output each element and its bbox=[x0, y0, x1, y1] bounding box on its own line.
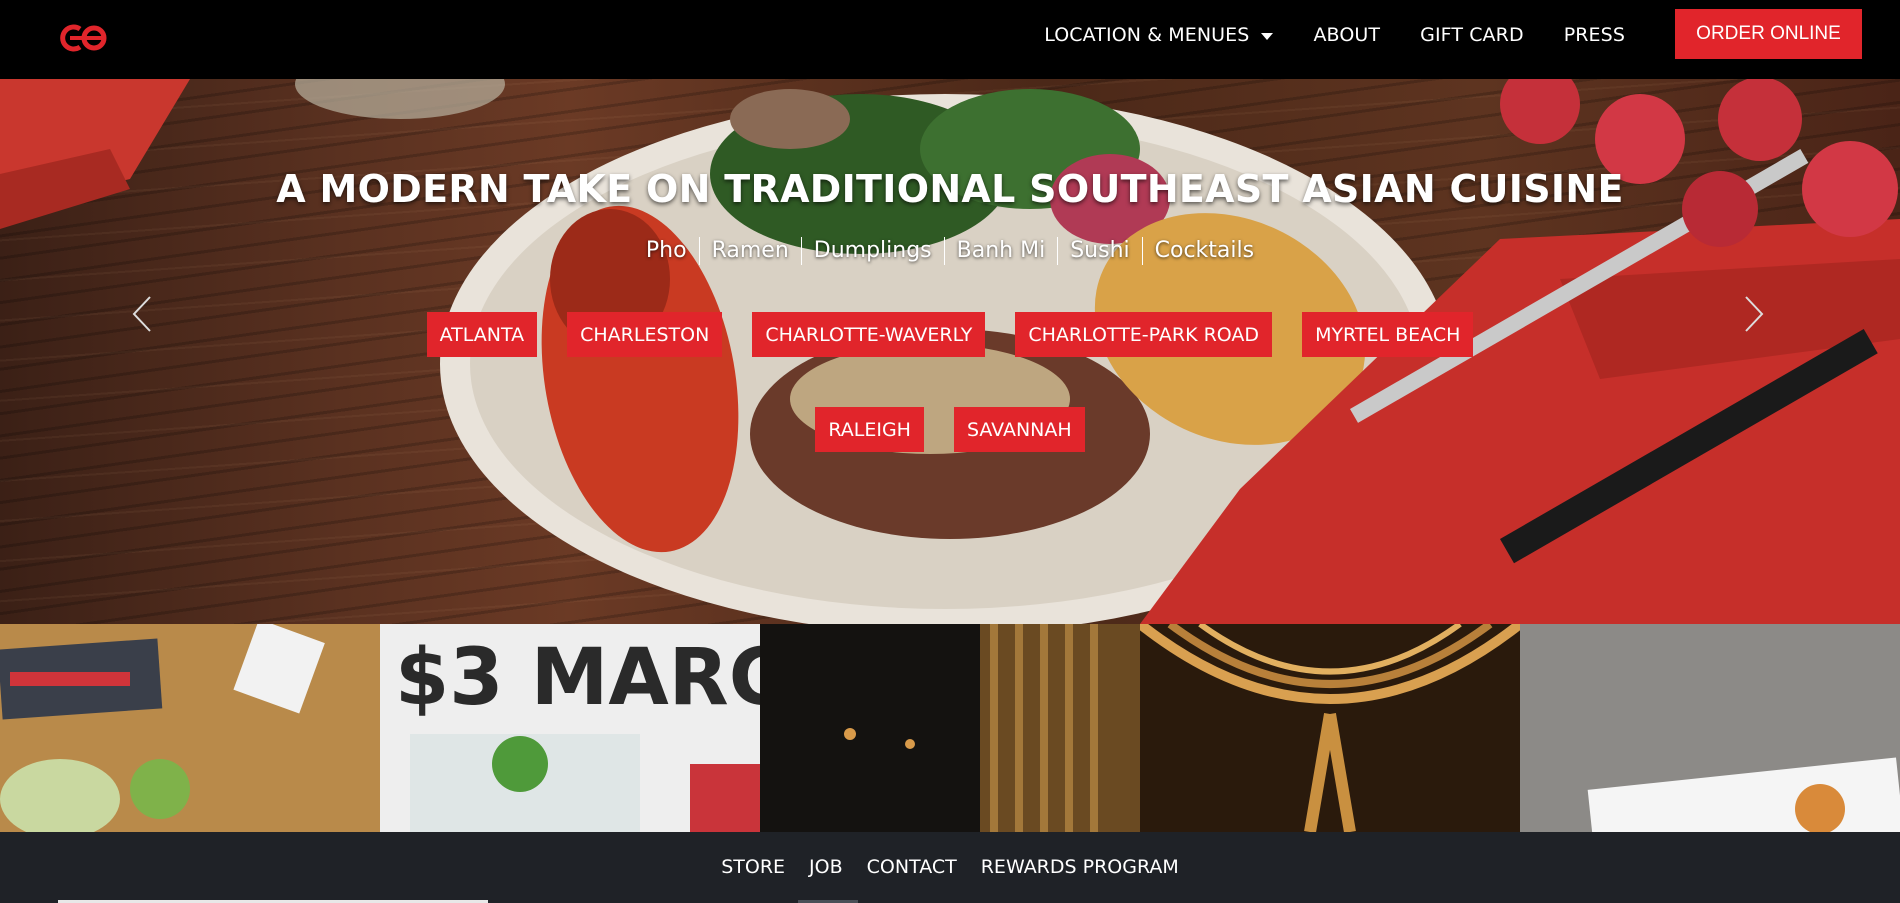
gallery-photo-margarita-promo[interactable]: $3 MARG bbox=[380, 624, 760, 832]
footer-rewards-program-link[interactable]: REWARDS PROGRAM bbox=[981, 856, 1179, 878]
order-online-button[interactable]: ORDER ONLINE bbox=[1675, 9, 1862, 59]
location-charleston-button[interactable]: CHARLESTON bbox=[567, 312, 723, 357]
nav-location-menus[interactable]: LOCATION & MENUES bbox=[1044, 24, 1274, 46]
gallery-photo-table[interactable] bbox=[0, 624, 380, 832]
cuisine-item: Dumplings bbox=[800, 237, 944, 265]
gallery-photo-ceiling[interactable] bbox=[1140, 624, 1520, 832]
nav-gift-card[interactable]: GIFT CARD bbox=[1420, 24, 1524, 46]
footer-links: STORE JOB CONTACT REWARDS PROGRAM bbox=[0, 856, 1900, 878]
nav-about[interactable]: ABOUT bbox=[1313, 24, 1380, 46]
hero-title: A MODERN TAKE ON TRADITIONAL SOUTHEAST A… bbox=[276, 167, 1624, 211]
cuisine-list: Pho Ramen Dumplings Banh Mi Sushi Cockta… bbox=[0, 237, 1900, 265]
cuisine-item: Sushi bbox=[1057, 237, 1141, 265]
location-buttons-row-2: RALEIGH SAVANNAH bbox=[0, 407, 1900, 452]
promo-text: $3 MARG bbox=[395, 633, 760, 723]
nav-location-menus-label: LOCATION & MENUES bbox=[1044, 24, 1250, 46]
co-logo[interactable] bbox=[56, 21, 112, 55]
location-savannah-button[interactable]: SAVANNAH bbox=[953, 407, 1085, 452]
navbar: LOCATION & MENUES ABOUT GIFT CARD PRESS … bbox=[0, 0, 1900, 79]
nav-links: LOCATION & MENUES ABOUT GIFT CARD PRESS bbox=[1004, 0, 1625, 70]
footer: STORE JOB CONTACT REWARDS PROGRAM bbox=[0, 832, 1900, 903]
location-charlotte-park-road-button[interactable]: CHARLOTTE-PARK ROAD bbox=[1015, 312, 1273, 357]
footer-contact-link[interactable]: CONTACT bbox=[867, 856, 957, 878]
nav-press[interactable]: PRESS bbox=[1564, 24, 1625, 46]
location-atlanta-button[interactable]: ATLANTA bbox=[426, 312, 538, 357]
photo-gallery: $3 MARG bbox=[0, 624, 1900, 832]
footer-job-link[interactable]: JOB bbox=[809, 856, 843, 878]
gallery-photo-dish[interactable] bbox=[1520, 624, 1900, 832]
caret-down-icon bbox=[1261, 32, 1274, 40]
location-buttons-row-1: ATLANTA CHARLESTON CHARLOTTE-WAVERLY CHA… bbox=[0, 312, 1900, 357]
cuisine-item: Banh Mi bbox=[943, 237, 1058, 265]
gallery-photo-bar[interactable] bbox=[760, 624, 1140, 832]
cuisine-item: Cocktails bbox=[1141, 237, 1266, 265]
cuisine-item: Ramen bbox=[698, 237, 801, 265]
location-raleigh-button[interactable]: RALEIGH bbox=[815, 407, 924, 452]
footer-store-link[interactable]: STORE bbox=[721, 856, 785, 878]
chevron-right-icon[interactable] bbox=[1742, 294, 1766, 334]
location-myrtel-beach-button[interactable]: MYRTEL BEACH bbox=[1302, 312, 1474, 357]
location-charlotte-waverly-button[interactable]: CHARLOTTE-WAVERLY bbox=[752, 312, 986, 357]
chevron-left-icon[interactable] bbox=[130, 294, 154, 334]
hero-carousel: A MODERN TAKE ON TRADITIONAL SOUTHEAST A… bbox=[0, 79, 1900, 624]
cuisine-item: Pho bbox=[645, 238, 687, 263]
